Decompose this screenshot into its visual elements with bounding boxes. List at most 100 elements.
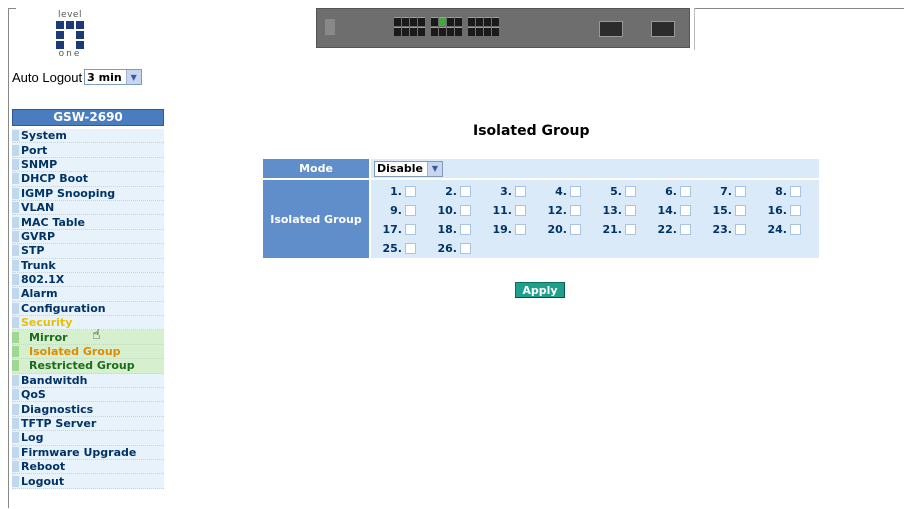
port-checkbox[interactable] bbox=[405, 205, 416, 216]
sidebar-item-configuration[interactable]: Configuration bbox=[12, 301, 164, 317]
port-checkbox[interactable] bbox=[625, 224, 636, 235]
port-number: 15. bbox=[712, 204, 733, 217]
port-item: 2. bbox=[426, 182, 481, 201]
bullet-square-icon bbox=[12, 418, 19, 429]
port-checkbox[interactable] bbox=[625, 205, 636, 216]
bullet-square-icon bbox=[12, 331, 19, 343]
port-checkbox[interactable] bbox=[735, 224, 746, 235]
port-checkbox[interactable] bbox=[570, 186, 581, 197]
port-checkbox[interactable] bbox=[460, 205, 471, 216]
sidebar-item-bandwitdh[interactable]: Bandwitdh bbox=[12, 373, 164, 389]
bullet-square-icon bbox=[12, 389, 19, 401]
port-number: 18. bbox=[437, 223, 458, 236]
bullet-square-icon bbox=[12, 346, 19, 358]
bullet-square-icon bbox=[12, 317, 19, 329]
auto-logout-select[interactable]: 3 min ▼ bbox=[84, 69, 142, 85]
port-checkbox[interactable] bbox=[790, 224, 801, 235]
bullet-square-icon bbox=[12, 360, 19, 372]
sidebar-item-vlan[interactable]: VLAN bbox=[12, 200, 164, 216]
frame-border-side bbox=[694, 8, 695, 50]
port-checkbox[interactable] bbox=[570, 205, 581, 216]
port-checkbox[interactable] bbox=[625, 186, 636, 197]
sidebar-item-label: IGMP Snooping bbox=[21, 186, 116, 200]
sidebar-item-trunk[interactable]: Trunk bbox=[12, 258, 164, 273]
port-checkbox[interactable] bbox=[735, 186, 746, 197]
sidebar-item-port[interactable]: Port bbox=[12, 143, 164, 158]
sidebar-item-gvrp[interactable]: GVRP bbox=[12, 229, 164, 245]
mode-select-value: Disable bbox=[377, 162, 423, 175]
port-checkbox[interactable] bbox=[460, 243, 471, 254]
port-item: 17. bbox=[371, 220, 426, 239]
logo-mark-icon bbox=[56, 21, 84, 49]
port-checkbox[interactable] bbox=[570, 224, 581, 235]
port-checkbox[interactable] bbox=[515, 224, 526, 235]
port-item: 10. bbox=[426, 201, 481, 220]
sidebar-item-label: Configuration bbox=[21, 301, 106, 315]
bullet-square-icon bbox=[12, 288, 19, 300]
port-checkbox[interactable] bbox=[460, 224, 471, 235]
bullet-square-icon bbox=[12, 216, 19, 228]
sfp-port-icon bbox=[599, 21, 623, 37]
sidebar-item-system[interactable]: System bbox=[12, 129, 164, 144]
levelone-logo: level one bbox=[50, 10, 90, 70]
port-item: 20. bbox=[536, 220, 591, 239]
sidebar-item-802-1x[interactable]: 802.1X bbox=[12, 272, 164, 288]
sidebar-item-snmp[interactable]: SNMP bbox=[12, 157, 164, 173]
sidebar-item-tftp-server[interactable]: TFTP Server bbox=[12, 416, 164, 432]
sidebar-item-dhcp-boot[interactable]: DHCP Boot bbox=[12, 172, 164, 187]
bullet-square-icon bbox=[12, 187, 19, 199]
port-number: 1. bbox=[390, 185, 402, 198]
port-item: 4. bbox=[536, 182, 591, 201]
sidebar-item-label: Reboot bbox=[21, 460, 66, 474]
sidebar-item-security[interactable]: Security bbox=[12, 316, 164, 331]
sidebar-item-qos[interactable]: QoS bbox=[12, 388, 164, 403]
sidebar-item-label: Mirror bbox=[29, 330, 68, 344]
bullet-square-icon bbox=[12, 230, 19, 242]
port-checkbox[interactable] bbox=[515, 205, 526, 216]
port-checkbox[interactable] bbox=[790, 205, 801, 216]
port-checkbox[interactable] bbox=[405, 243, 416, 254]
switch-logo-icon bbox=[325, 19, 335, 35]
port-item: 13. bbox=[591, 201, 646, 220]
sidebar-item-igmp-snooping[interactable]: IGMP Snooping bbox=[12, 186, 164, 201]
bullet-square-icon bbox=[12, 475, 19, 487]
sidebar-item-firmware-upgrade[interactable]: Firmware Upgrade bbox=[12, 445, 164, 460]
port-checkbox[interactable] bbox=[405, 224, 416, 235]
sidebar-item-label: VLAN bbox=[21, 201, 55, 215]
port-item: 25. bbox=[371, 239, 426, 258]
auto-logout: Auto Logout 3 min ▼ bbox=[12, 69, 142, 85]
sidebar-item-diagnostics[interactable]: Diagnostics bbox=[12, 402, 164, 417]
sidebar-item-logout[interactable]: Logout bbox=[12, 474, 164, 489]
port-checkbox[interactable] bbox=[680, 186, 691, 197]
port-checkbox[interactable] bbox=[405, 186, 416, 197]
port-checkbox[interactable] bbox=[735, 205, 746, 216]
sidebar-item-label: Log bbox=[21, 431, 44, 445]
port-number: 23. bbox=[712, 223, 733, 236]
sidebar-item-label: DHCP Boot bbox=[21, 172, 89, 186]
sidebar-item-reboot[interactable]: Reboot bbox=[12, 459, 164, 475]
sidebar-item-stp[interactable]: STP bbox=[12, 244, 164, 259]
sidebar-item-label: Alarm bbox=[21, 287, 58, 301]
port-number: 12. bbox=[547, 204, 568, 217]
port-number: 16. bbox=[767, 204, 788, 217]
auto-logout-value: 3 min bbox=[87, 70, 122, 84]
sidebar-item-restricted-group[interactable]: Restricted Group bbox=[12, 359, 164, 374]
bullet-square-icon bbox=[12, 461, 19, 473]
sidebar-item-mirror[interactable]: Mirror bbox=[12, 330, 164, 345]
sidebar-item-alarm[interactable]: Alarm bbox=[12, 287, 164, 302]
port-checkbox[interactable] bbox=[680, 224, 691, 235]
port-checkbox[interactable] bbox=[515, 186, 526, 197]
bullet-square-icon bbox=[12, 202, 19, 214]
port-checkbox[interactable] bbox=[790, 186, 801, 197]
mode-select[interactable]: Disable ▼ bbox=[374, 160, 443, 177]
port-checkbox[interactable] bbox=[460, 186, 471, 197]
sidebar-item-isolated-group[interactable]: Isolated Group bbox=[12, 344, 164, 360]
port-number: 6. bbox=[665, 185, 677, 198]
sidebar-item-label: Restricted Group bbox=[29, 359, 135, 373]
ports-cell: 1. 2. 3. 4. 5. 6. 7. 8. 9. 10. 11. 12. 13. 14. 15. 16. 1… bbox=[371, 180, 819, 258]
isolated-group-row: Isolated Group 1. 2. 3. 4. 5. 6. 7. 8. 9. 10. 11. 1… bbox=[263, 180, 819, 258]
sidebar-item-log[interactable]: Log bbox=[12, 431, 164, 446]
apply-button[interactable]: Apply bbox=[515, 282, 565, 298]
port-checkbox[interactable] bbox=[680, 205, 691, 216]
sidebar-item-mac-table[interactable]: MAC Table bbox=[12, 215, 164, 230]
